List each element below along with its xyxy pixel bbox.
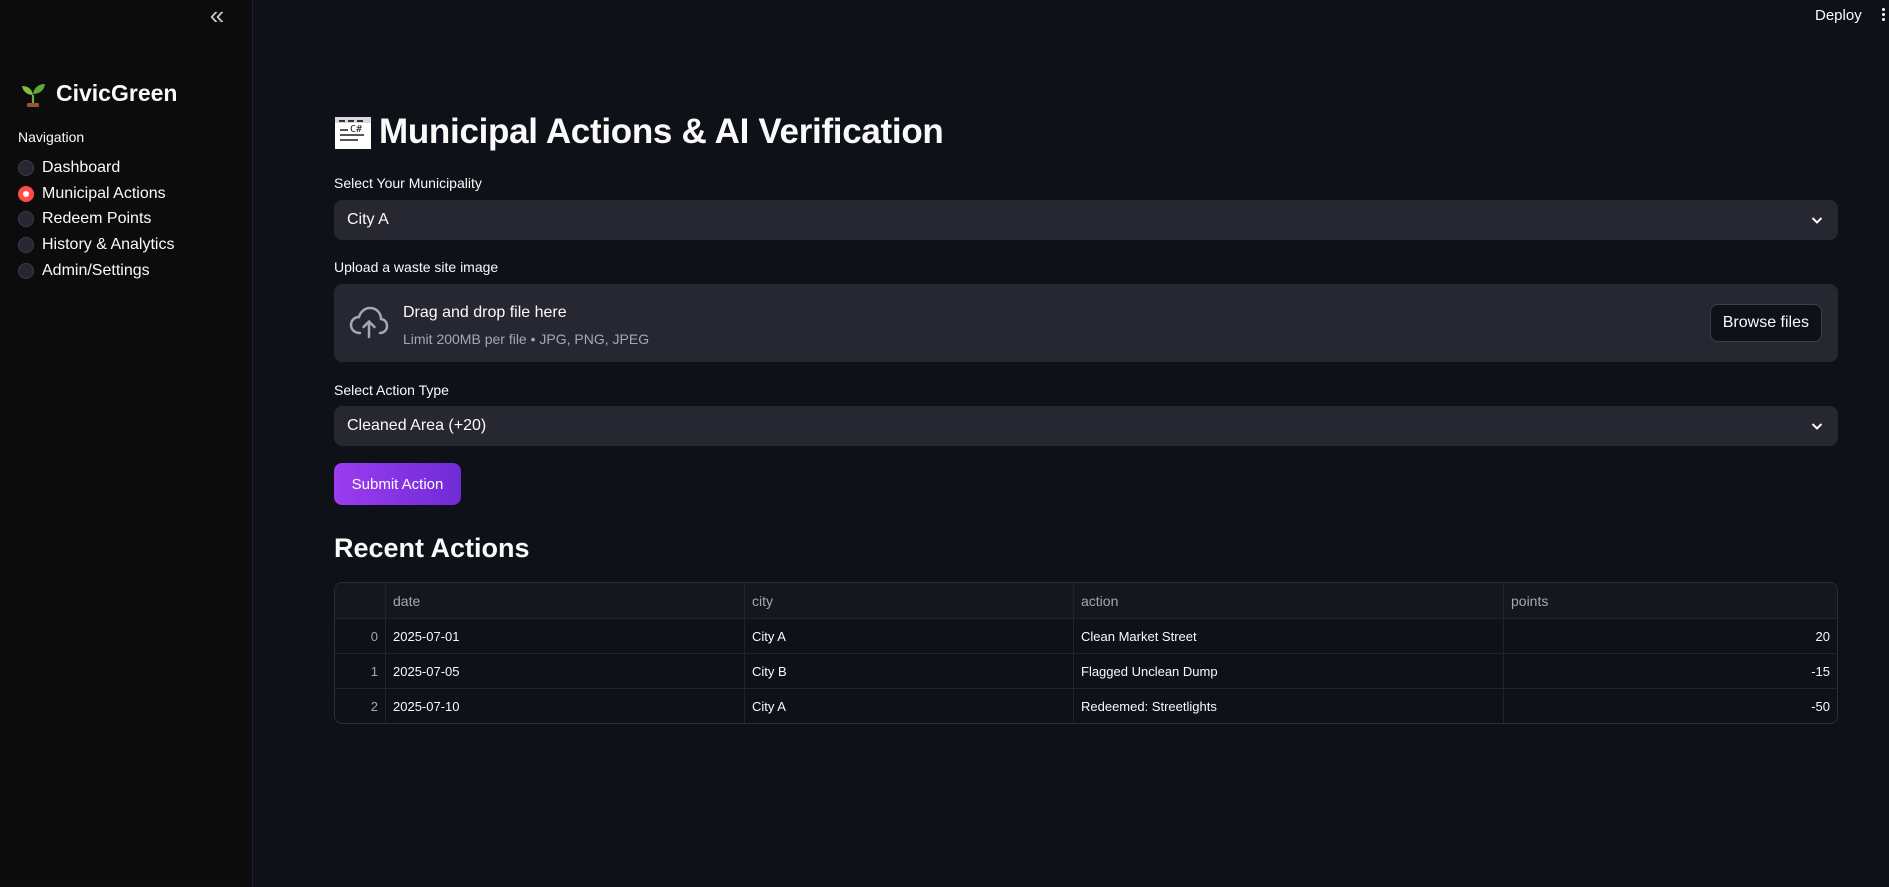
column-header-city[interactable]: city bbox=[745, 583, 1074, 618]
table-row[interactable]: 1 2025-07-05 City B Flagged Unclean Dump… bbox=[335, 654, 1837, 689]
row-index: 1 bbox=[335, 654, 386, 688]
cell-points[interactable]: 20 bbox=[1504, 619, 1837, 653]
cell-points[interactable]: -50 bbox=[1504, 689, 1837, 723]
radio-municipal-actions[interactable] bbox=[18, 185, 34, 202]
municipality-value: City A bbox=[347, 211, 389, 228]
vertical-dots-icon[interactable] bbox=[1880, 6, 1886, 24]
upload-label: Upload a waste site image bbox=[334, 259, 499, 275]
row-index: 2 bbox=[335, 689, 386, 723]
page-title: C# Municipal Actions & AI Verification bbox=[334, 112, 944, 152]
municipality-label: Select Your Municipality bbox=[334, 175, 482, 191]
radio-admin-settings[interactable] bbox=[18, 263, 34, 280]
table-header-row: date city action points bbox=[335, 583, 1837, 619]
radio-dashboard[interactable] bbox=[18, 159, 34, 176]
deploy-button[interactable]: Deploy bbox=[1815, 7, 1862, 24]
cell-action[interactable]: Redeemed: Streetlights bbox=[1074, 689, 1504, 723]
sidebar: « CivicGreen Navigation Dashboard Munici… bbox=[0, 0, 253, 887]
cell-points[interactable]: -15 bbox=[1504, 654, 1837, 688]
row-index: 0 bbox=[335, 619, 386, 653]
nav-radio-group: Dashboard Municipal Actions Redeem Point… bbox=[18, 155, 174, 284]
nav-item-municipal-actions[interactable]: Municipal Actions bbox=[18, 181, 174, 207]
radio-history-analytics[interactable] bbox=[18, 237, 34, 254]
radio-redeem-points[interactable] bbox=[18, 211, 34, 228]
submit-action-button[interactable]: Submit Action bbox=[334, 463, 461, 505]
action-type-value: Cleaned Area (+20) bbox=[347, 417, 487, 434]
nav-item-admin-settings[interactable]: Admin/Settings bbox=[18, 258, 174, 284]
nav-item-redeem-points[interactable]: Redeem Points bbox=[18, 207, 174, 233]
cell-date[interactable]: 2025-07-05 bbox=[386, 654, 745, 688]
nav-item-label: Dashboard bbox=[42, 158, 121, 176]
cell-city[interactable]: City B bbox=[745, 654, 1074, 688]
brand: CivicGreen bbox=[20, 80, 177, 107]
cloud-upload-icon bbox=[349, 306, 389, 339]
action-type-select[interactable]: Cleaned Area (+20) bbox=[334, 406, 1838, 446]
dropzone-limits: Limit 200MB per file • JPG, PNG, JPEG bbox=[403, 331, 650, 347]
app-name: CivicGreen bbox=[56, 80, 178, 106]
nav-item-label: Admin/Settings bbox=[42, 262, 150, 280]
column-header-index bbox=[335, 583, 386, 618]
seedling-icon bbox=[22, 83, 45, 107]
column-header-action[interactable]: action bbox=[1074, 583, 1504, 618]
cell-city[interactable]: City A bbox=[745, 689, 1074, 723]
chevron-down-icon bbox=[1811, 423, 1823, 430]
cell-city[interactable]: City A bbox=[745, 619, 1074, 653]
construction-sign-icon: C# bbox=[335, 117, 371, 149]
cell-action[interactable]: Clean Market Street bbox=[1074, 619, 1504, 653]
nav-item-label: History & Analytics bbox=[42, 236, 175, 254]
cell-date[interactable]: 2025-07-10 bbox=[386, 689, 745, 723]
file-dropzone[interactable]: Drag and drop file here Limit 200MB per … bbox=[334, 284, 1838, 362]
table-row[interactable]: 0 2025-07-01 City A Clean Market Street … bbox=[335, 619, 1837, 654]
municipality-select[interactable]: City A bbox=[334, 200, 1838, 240]
collapse-sidebar-icon[interactable]: « bbox=[205, 2, 229, 28]
action-type-label: Select Action Type bbox=[334, 382, 449, 398]
recent-actions-table[interactable]: date city action points 0 2025-07-01 Cit… bbox=[334, 582, 1838, 724]
recent-actions-heading: Recent Actions bbox=[334, 533, 530, 563]
column-header-date[interactable]: date bbox=[386, 583, 745, 618]
nav-item-dashboard[interactable]: Dashboard bbox=[18, 155, 174, 181]
nav-item-label: Municipal Actions bbox=[42, 184, 166, 202]
cell-date[interactable]: 2025-07-01 bbox=[386, 619, 745, 653]
chevron-down-icon bbox=[1811, 217, 1823, 224]
dropzone-title: Drag and drop file here bbox=[403, 304, 567, 321]
svg-text:C#: C# bbox=[350, 124, 362, 135]
browse-files-button[interactable]: Browse files bbox=[1709, 304, 1822, 342]
table-row[interactable]: 2 2025-07-10 City A Redeemed: Streetligh… bbox=[335, 689, 1837, 723]
page-title-text: Municipal Actions & AI Verification bbox=[379, 112, 944, 151]
cell-action[interactable]: Flagged Unclean Dump bbox=[1074, 654, 1504, 688]
column-header-points[interactable]: points bbox=[1504, 583, 1837, 618]
nav-item-history-analytics[interactable]: History & Analytics bbox=[18, 232, 174, 258]
nav-label: Navigation bbox=[18, 129, 85, 145]
nav-item-label: Redeem Points bbox=[42, 210, 152, 228]
